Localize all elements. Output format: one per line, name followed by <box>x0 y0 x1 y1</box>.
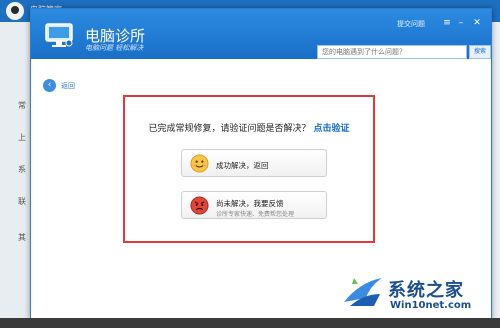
unsolved-button[interactable]: 尚未解决，我要反馈 诊所专家快速、免费帮您处理 <box>181 191 327 219</box>
sidebar-item[interactable]: 常 <box>18 100 26 111</box>
monitor-stethoscope-icon <box>45 23 73 47</box>
arrow-left-icon: ‹ <box>43 79 56 92</box>
verify-question-text: 已完成常规修复，请验证问题是否解决？ <box>148 124 311 134</box>
dialog-header: 电脑诊所 电脑问题 轻松解决 提交问题 ≡ – ✕ 搜索 <box>31 9 491 59</box>
menu-icon[interactable]: ≡ <box>441 17 453 29</box>
app-logo-icon <box>6 2 24 20</box>
windows-logo-icon <box>344 278 382 306</box>
search-input[interactable] <box>317 45 467 59</box>
sidebar-item[interactable]: 上 <box>18 132 26 143</box>
angry-face-icon <box>190 196 209 215</box>
watermark-url: Win10net.com <box>390 300 472 311</box>
minimize-icon[interactable]: – <box>455 17 467 29</box>
dialog-subtitle: 电脑问题 轻松解决 <box>85 44 144 52</box>
sidebar-item[interactable]: 系 <box>18 164 26 175</box>
verify-question: 已完成常规修复，请验证问题是否解决？ 点击验证 <box>125 121 373 134</box>
verify-panel: 已完成常规修复，请验证问题是否解决？ 点击验证 成功解决，返回 尚未解决，我要反… <box>123 95 375 243</box>
sidebar-item[interactable]: 联 <box>18 196 26 207</box>
help-link[interactable]: 提交问题 <box>397 19 425 29</box>
unsolved-sublabel: 诊所专家快速、免费帮您处理 <box>216 211 295 218</box>
solved-button[interactable]: 成功解决，返回 <box>181 149 327 177</box>
back-button[interactable]: ‹ 返回 <box>43 79 75 92</box>
watermark: 系统之家 Win10net.com <box>336 268 500 318</box>
sidebar-item[interactable]: 其 <box>18 232 26 243</box>
unsolved-label: 尚未解决，我要反馈 <box>216 199 284 208</box>
happy-face-icon <box>190 154 209 173</box>
taskbar-strip <box>0 318 500 328</box>
solved-label: 成功解决，返回 <box>216 161 269 170</box>
back-label: 返回 <box>61 81 75 90</box>
watermark-brand: 系统之家 <box>388 280 464 301</box>
close-icon[interactable]: ✕ <box>471 17 483 29</box>
verify-link[interactable]: 点击验证 <box>313 124 349 134</box>
search-button[interactable]: 搜索 <box>469 45 491 59</box>
